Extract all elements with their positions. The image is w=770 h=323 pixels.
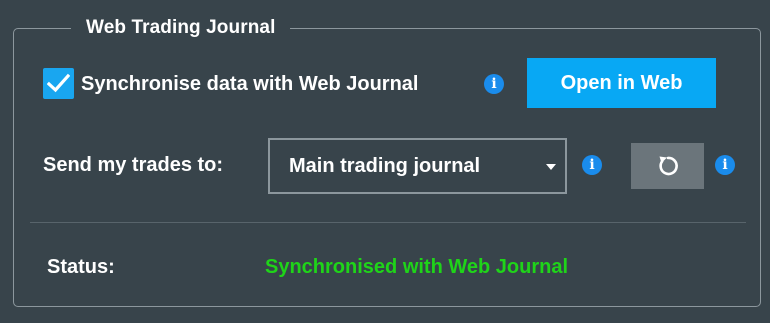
sync-checkbox-label[interactable]: Synchronise data with Web Journal [81, 70, 418, 98]
journal-info-icon[interactable]: i [582, 155, 602, 175]
status-value: Synchronised with Web Journal [265, 256, 569, 278]
journal-select[interactable]: Main trading journal [268, 138, 567, 194]
checkmark-icon [47, 73, 70, 93]
refresh-button[interactable] [631, 143, 704, 189]
status-label: Status: [47, 256, 115, 278]
caret-down-icon [546, 164, 556, 170]
sync-info-icon[interactable]: i [484, 74, 504, 94]
journal-select-value: Main trading journal [289, 155, 481, 177]
refresh-icon [659, 156, 678, 176]
open-in-web-button[interactable]: Open in Web [527, 58, 716, 108]
group-title: Web Trading Journal [71, 14, 291, 42]
send-trades-label: Send my trades to: [43, 154, 224, 176]
refresh-info-icon[interactable]: i [715, 155, 735, 175]
sync-checkbox[interactable] [43, 68, 74, 99]
divider [30, 222, 746, 223]
